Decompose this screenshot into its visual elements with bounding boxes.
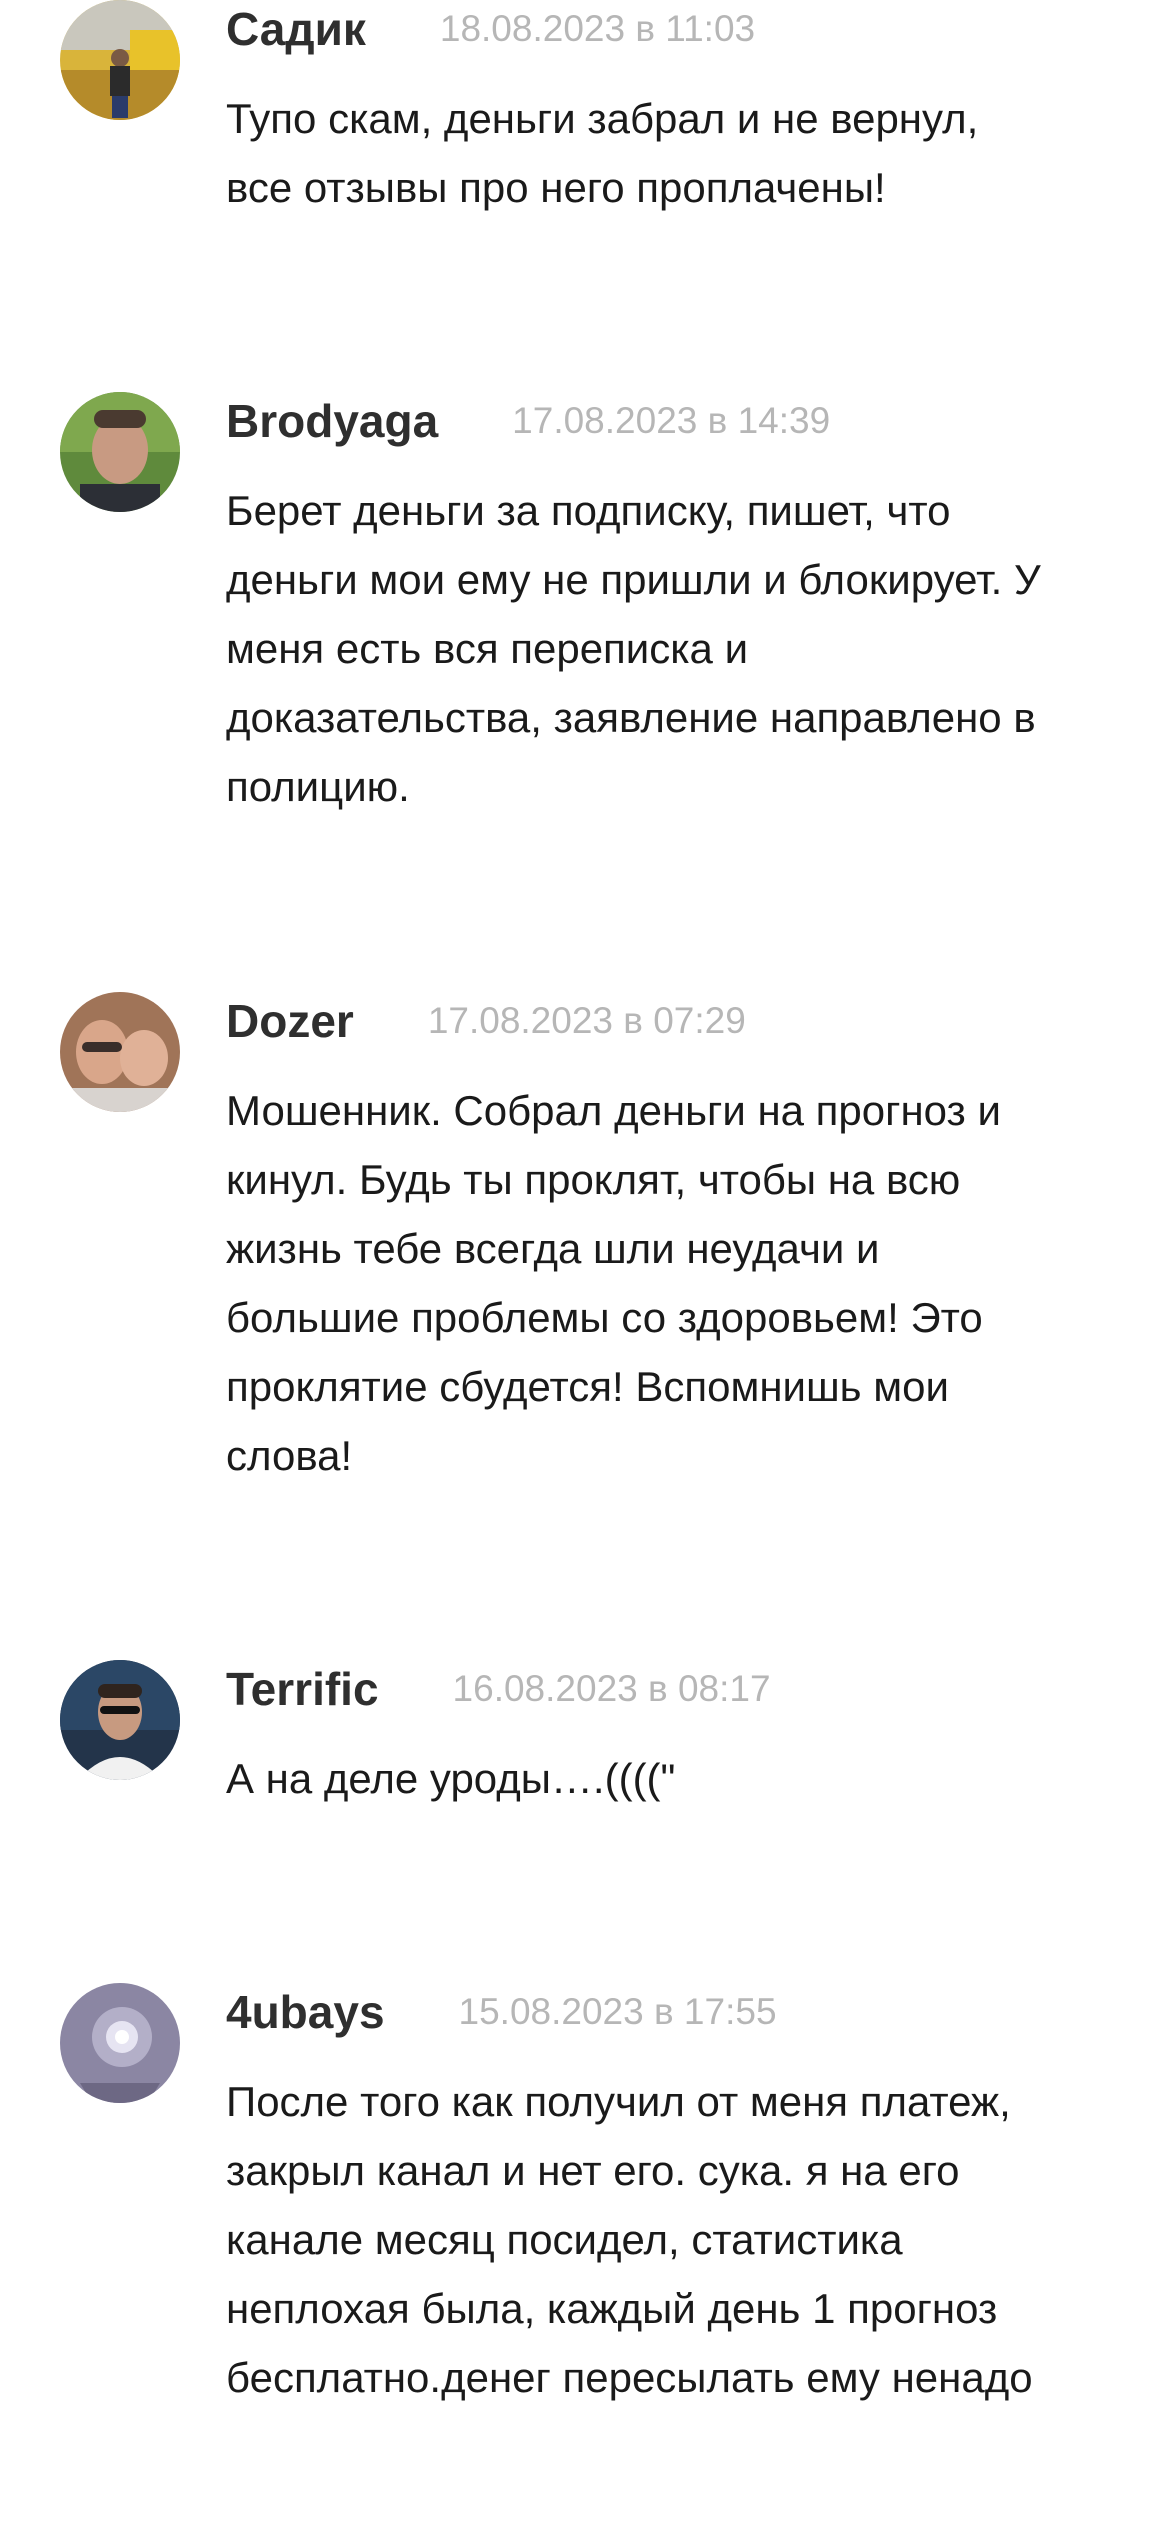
user-avatar[interactable]: [60, 1983, 180, 2103]
comment-text: Мошенник. Собрал деньги на прогноз и кин…: [226, 1087, 1001, 1479]
comment-author[interactable]: Dozer: [226, 994, 354, 1048]
user-avatar[interactable]: [60, 1660, 180, 1780]
comment-author[interactable]: Садик: [226, 2, 366, 56]
comment-author[interactable]: 4ubays: [226, 1985, 385, 2039]
comment-text: А на деле уроды….((((": [226, 1755, 676, 1802]
user-avatar[interactable]: [60, 392, 180, 512]
user-photo-avatar-icon: [60, 1660, 180, 1780]
comment-author[interactable]: Brodyaga: [226, 394, 438, 448]
comment-date: 16.08.2023 в 08:17: [452, 1668, 771, 1709]
comment-content: Dozer 17.08.2023 в 07:29 Мошенник. Собра…: [226, 988, 1126, 1490]
comment-author[interactable]: Terrific: [226, 1662, 379, 1716]
user-avatar[interactable]: [60, 0, 180, 120]
user-photo-avatar-icon: [60, 0, 180, 120]
comment-content: Brodyaga 17.08.2023 в 14:39 Берет деньги…: [226, 388, 1126, 821]
user-photo-avatar-icon: [60, 392, 180, 512]
comment-meta: 4ubays 15.08.2023 в 17:55: [226, 1979, 1126, 2045]
comment-content: Садик 18.08.2023 в 11:03 Тупо скам, день…: [226, 0, 1126, 222]
comment-date: 17.08.2023 в 07:29: [427, 1000, 746, 1041]
comment-date: 15.08.2023 в 17:55: [458, 1991, 777, 2032]
user-photo-avatar-icon: [60, 992, 180, 1112]
user-photo-avatar-icon: [60, 1983, 180, 2103]
comment-meta: Dozer 17.08.2023 в 07:29: [226, 988, 1126, 1054]
comment-text: Берет деньги за подписку, пишет, что ден…: [226, 487, 1041, 810]
comment-meta: Садик 18.08.2023 в 11:03: [226, 0, 1126, 62]
comment-date: 18.08.2023 в 11:03: [439, 8, 756, 49]
comment-text: Тупо скам, деньги забрал и не вернул, вс…: [226, 95, 979, 211]
comment-date: 17.08.2023 в 14:39: [512, 400, 831, 441]
comment-meta: Terrific 16.08.2023 в 08:17: [226, 1656, 1126, 1722]
comment-text: После того как получил от меня платеж, з…: [226, 2078, 1033, 2401]
user-avatar[interactable]: [60, 992, 180, 1112]
comment-meta: Brodyaga 17.08.2023 в 14:39: [226, 388, 1126, 454]
comment-content: Terrific 16.08.2023 в 08:17 А на деле ур…: [226, 1656, 1126, 1813]
comment-content: 4ubays 15.08.2023 в 17:55 После того как…: [226, 1979, 1126, 2412]
